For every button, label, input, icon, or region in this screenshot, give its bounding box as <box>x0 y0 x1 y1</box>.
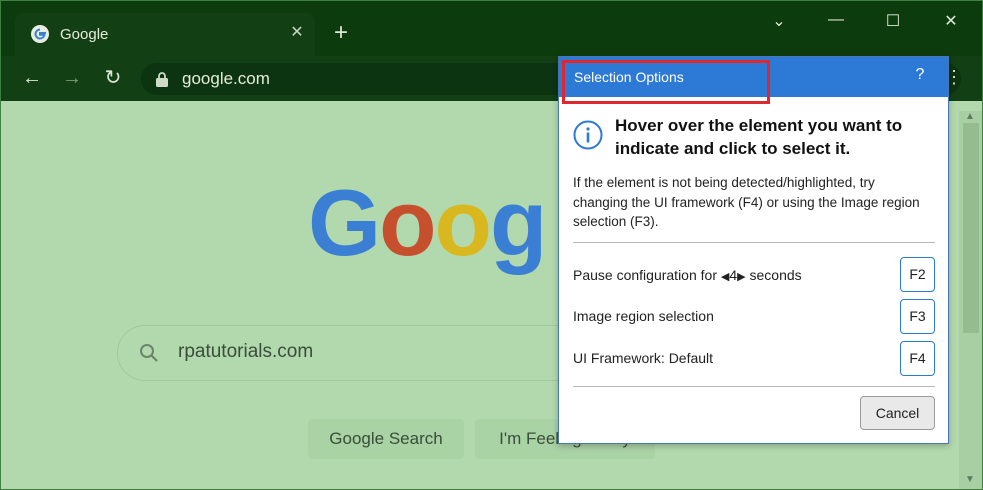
pause-seconds-value[interactable]: 4 <box>729 267 737 283</box>
tab-search-icon[interactable]: ⌄ <box>767 11 791 31</box>
browser-window: Google ✕ + ⌄ — ☐ ✕ ← → ↻ google.com ⋮ Go… <box>0 0 983 490</box>
divider <box>573 386 935 387</box>
pause-label-suffix: seconds <box>749 267 802 283</box>
image-region-key-button[interactable]: F3 <box>900 299 935 334</box>
image-region-label: Image region selection <box>573 308 714 324</box>
forward-arrow-icon[interactable]: → <box>60 66 84 90</box>
google-logo: Goog <box>308 170 547 275</box>
search-query-text: rpatutorials.com <box>178 341 314 362</box>
tab-google[interactable]: Google ✕ <box>15 13 315 56</box>
google-search-button[interactable]: Google Search <box>308 419 464 459</box>
new-tab-button[interactable]: + <box>329 21 353 45</box>
minimize-button[interactable]: — <box>824 11 848 29</box>
dialog-description: If the element is not being detected/hig… <box>573 175 920 229</box>
pause-key-button[interactable]: F2 <box>900 257 935 292</box>
logo-letter: o <box>434 170 492 275</box>
maximize-button[interactable]: ☐ <box>881 11 905 31</box>
framework-label-text: UI Framework: <box>573 350 665 366</box>
scrollbar-thumb[interactable] <box>963 123 979 333</box>
scroll-up-icon[interactable]: ▲ <box>965 111 975 122</box>
google-favicon-icon <box>31 25 49 43</box>
cancel-button[interactable]: Cancel <box>860 396 935 430</box>
divider <box>573 242 935 243</box>
tab-strip: Google ✕ + ⌄ — ☐ ✕ <box>1 1 982 56</box>
dialog-headline: Hover over the element you want to indic… <box>615 116 903 158</box>
ui-framework-label: UI Framework: Default <box>573 350 713 366</box>
url-text: google.com <box>182 69 270 88</box>
page-scrollbar[interactable]: ▲ ▼ <box>959 111 982 489</box>
help-icon[interactable]: ? <box>912 66 928 84</box>
back-arrow-icon[interactable]: ← <box>20 66 44 90</box>
logo-letter: G <box>308 170 381 275</box>
framework-key-button[interactable]: F4 <box>900 341 935 376</box>
close-window-button[interactable]: ✕ <box>939 11 963 31</box>
lock-icon <box>156 72 168 87</box>
selection-options-dialog: Selection Options ? Hover over the eleme… <box>558 56 949 444</box>
tab-title: Google <box>60 26 109 43</box>
logo-letter: o <box>379 170 436 275</box>
reload-icon[interactable]: ↻ <box>101 66 125 90</box>
search-input[interactable]: rpatutorials.com <box>117 325 617 381</box>
logo-letter: g <box>489 170 547 275</box>
search-icon <box>140 344 158 362</box>
scroll-down-icon[interactable]: ▼ <box>965 474 975 485</box>
increase-seconds-icon[interactable]: ▶ <box>737 271 745 283</box>
pause-config-label: Pause configuration for ◀4▶ seconds <box>573 267 802 283</box>
framework-value[interactable]: Default <box>669 350 713 366</box>
info-icon <box>573 120 603 150</box>
tab-close-icon[interactable]: ✕ <box>287 23 307 43</box>
pause-label-prefix: Pause configuration for <box>573 267 717 283</box>
highlight-box <box>562 60 770 104</box>
